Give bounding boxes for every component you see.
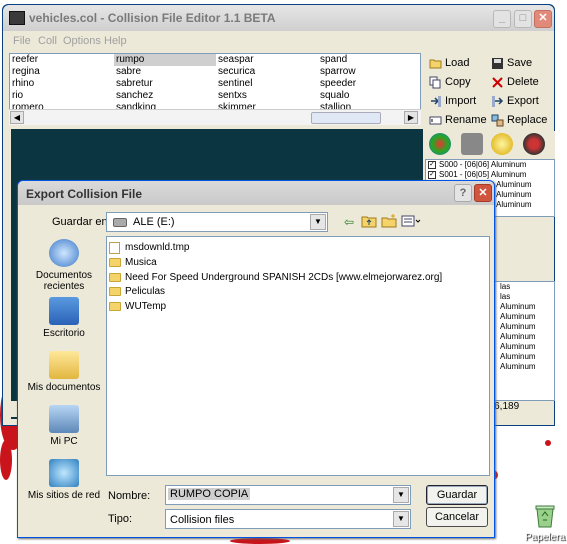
file-type-value: Collision files bbox=[170, 514, 235, 526]
recycle-bin-label: Papelera bbox=[524, 532, 566, 543]
place-recent-documents[interactable]: Documentos recientes bbox=[24, 239, 104, 292]
chevron-down-icon[interactable]: ▼ bbox=[310, 214, 326, 230]
export-icon bbox=[492, 96, 504, 107]
view-mode-toolbar bbox=[425, 131, 555, 159]
back-icon[interactable]: ⇦ bbox=[340, 214, 358, 230]
list-item[interactable]: ✓ S001 - [06|05] Aluminum bbox=[426, 170, 554, 180]
delete-icon bbox=[492, 77, 503, 88]
file-name-value: RUMPO COPIA bbox=[168, 488, 251, 500]
vehicle-column: reefer regina rhino rio romero bbox=[10, 54, 112, 114]
dialog-cancel-button[interactable]: Cancelar bbox=[426, 507, 488, 527]
editor-title: vehicles.col - Collision File Editor 1.1… bbox=[29, 11, 276, 25]
list-item[interactable]: regina bbox=[10, 66, 112, 78]
vehicle-column: spand sparrow speeder squalo stallion bbox=[318, 54, 420, 114]
places-bar: Documentos recientes Escritorio Mis docu… bbox=[24, 233, 104, 513]
vehicle-column: seaspar securica sentinel sentxs skimmer bbox=[216, 54, 318, 114]
folder-icon bbox=[109, 258, 121, 267]
import-icon bbox=[431, 96, 441, 107]
copy-icon bbox=[429, 76, 441, 89]
dialog-save-button[interactable]: Guardar bbox=[426, 485, 488, 505]
save-in-value: ALE (E:) bbox=[133, 216, 175, 228]
recycle-bin[interactable]: Papelera bbox=[522, 502, 566, 544]
network-places-icon bbox=[49, 459, 79, 487]
scroll-right-icon[interactable]: ▶ bbox=[404, 111, 418, 124]
menu-file[interactable]: File bbox=[13, 35, 31, 47]
place-my-documents[interactable]: Mis documentos bbox=[24, 351, 104, 393]
close-button[interactable]: ✕ bbox=[534, 10, 552, 28]
chevron-down-icon[interactable]: ▼ bbox=[393, 487, 409, 503]
folder-icon bbox=[109, 273, 121, 282]
floppy-icon bbox=[492, 58, 503, 69]
file-name-field[interactable]: RUMPO COPIA ▼ bbox=[165, 485, 411, 505]
list-item[interactable]: sabretur bbox=[114, 78, 216, 90]
place-network[interactable]: Mis sitios de red bbox=[24, 459, 104, 501]
file-list[interactable]: msdownld.tmp Musica Need For Speed Under… bbox=[106, 236, 490, 476]
checkbox-icon[interactable]: ✓ bbox=[428, 170, 436, 179]
menu-bar: File Coll Options Help bbox=[3, 31, 554, 51]
editor-titlebar[interactable]: vehicles.col - Collision File Editor 1.1… bbox=[3, 5, 554, 31]
rename-icon bbox=[429, 116, 442, 125]
vehicle-column: rumpo sabre sabretur sanchez sandking bbox=[114, 54, 216, 114]
list-item[interactable]: securica bbox=[216, 66, 318, 78]
blood-splatter bbox=[230, 538, 290, 544]
sphere-mode-icon[interactable] bbox=[491, 133, 513, 155]
scroll-left-icon[interactable]: ◀ bbox=[10, 111, 24, 124]
list-item[interactable]: sentxs bbox=[216, 90, 318, 102]
dialog-close-button[interactable]: ✕ bbox=[474, 184, 492, 202]
dialog-title: Export Collision File bbox=[26, 187, 143, 201]
list-item[interactable]: spand bbox=[318, 54, 420, 66]
menu-options[interactable]: Options bbox=[63, 35, 101, 47]
menu-coll[interactable]: Coll bbox=[38, 35, 57, 47]
new-folder-icon[interactable] bbox=[380, 214, 398, 230]
drive-icon bbox=[113, 218, 127, 227]
place-desktop[interactable]: Escritorio bbox=[24, 297, 104, 339]
mesh-mode-icon[interactable] bbox=[523, 133, 545, 155]
blood-splatter bbox=[545, 440, 551, 446]
spheres-mode-icon[interactable] bbox=[429, 133, 451, 155]
my-documents-icon bbox=[49, 351, 79, 379]
replace-icon bbox=[491, 114, 504, 127]
up-folder-icon[interactable] bbox=[360, 214, 378, 230]
list-item[interactable]: reefer bbox=[10, 54, 112, 66]
list-item[interactable]: sparrow bbox=[318, 66, 420, 78]
blood-splatter bbox=[0, 440, 12, 480]
minimize-button[interactable]: _ bbox=[493, 10, 511, 28]
list-item[interactable]: rhino bbox=[10, 78, 112, 90]
place-my-computer[interactable]: Mi PC bbox=[24, 405, 104, 447]
folder-icon bbox=[109, 287, 121, 296]
list-item-selected[interactable]: rumpo bbox=[114, 54, 216, 66]
list-item[interactable]: sabre bbox=[114, 66, 216, 78]
list-item[interactable]: sentinel bbox=[216, 78, 318, 90]
save-in-dropdown[interactable]: ALE (E:) ▼ bbox=[106, 212, 328, 232]
chevron-down-icon[interactable]: ▼ bbox=[393, 511, 409, 527]
list-item[interactable]: ✓ S000 - [06|06] Aluminum bbox=[426, 160, 554, 170]
file-type-dropdown[interactable]: Collision files ▼ bbox=[165, 509, 411, 529]
my-computer-icon bbox=[49, 405, 79, 433]
folder-icon bbox=[109, 302, 121, 311]
help-button[interactable]: ? bbox=[454, 184, 472, 202]
checkbox-icon[interactable]: ✓ bbox=[428, 160, 436, 169]
folder-open-icon bbox=[429, 59, 442, 69]
file-type-label: Tipo: bbox=[108, 513, 133, 525]
save-in-label: Guardar en: bbox=[52, 216, 111, 228]
list-item[interactable]: speeder bbox=[318, 78, 420, 90]
app-icon bbox=[9, 11, 25, 25]
list-item[interactable]: rio bbox=[10, 90, 112, 102]
file-icon bbox=[109, 242, 120, 254]
menu-help[interactable]: Help bbox=[104, 35, 127, 47]
file-name-label: Nombre: bbox=[108, 490, 151, 502]
export-dialog: Export Collision File ? ✕ Guardar en: AL… bbox=[17, 180, 495, 538]
horizontal-scrollbar[interactable]: ◀ ▶ bbox=[9, 109, 421, 125]
desktop-icon bbox=[49, 297, 79, 325]
recent-documents-icon bbox=[49, 239, 79, 267]
list-item[interactable]: sanchez bbox=[114, 90, 216, 102]
list-item[interactable]: squalo bbox=[318, 90, 420, 102]
list-item[interactable]: seaspar bbox=[216, 54, 318, 66]
box-mode-icon[interactable] bbox=[461, 133, 483, 155]
scroll-thumb[interactable] bbox=[311, 112, 381, 124]
recycle-bin-icon bbox=[535, 505, 555, 528]
dialog-titlebar[interactable]: Export Collision File ? ✕ bbox=[18, 181, 494, 205]
maximize-button[interactable]: □ bbox=[514, 10, 532, 28]
view-menu-icon[interactable] bbox=[400, 214, 422, 230]
